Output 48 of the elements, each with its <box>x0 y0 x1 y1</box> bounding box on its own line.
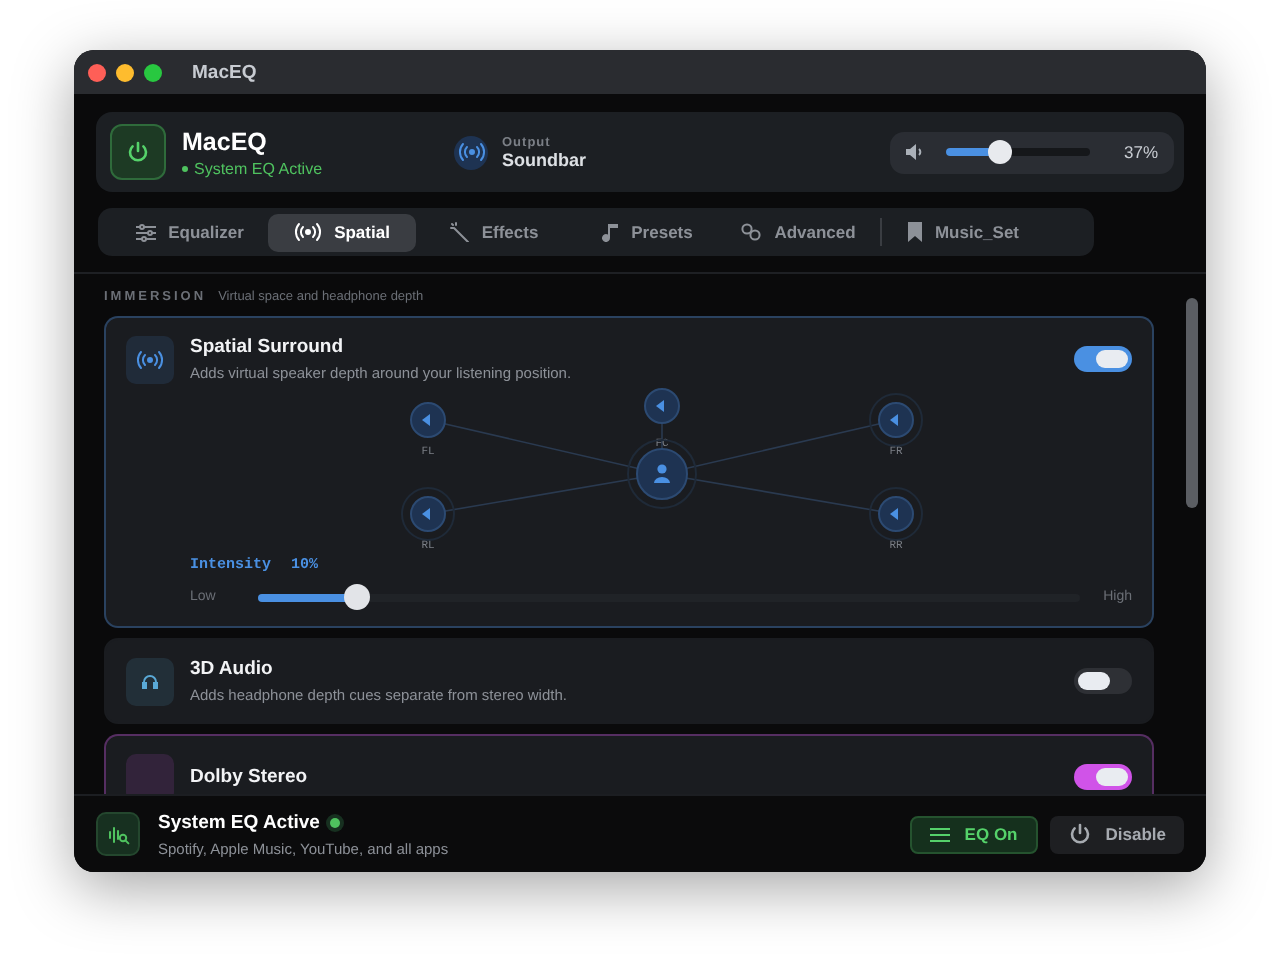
sliders-icon <box>930 825 951 843</box>
slider-thumb[interactable] <box>987 140 1012 164</box>
volume-reading: 37% <box>1123 142 1158 162</box>
slider-thumb[interactable] <box>343 584 370 610</box>
speaker-icon <box>906 144 924 160</box>
sound-waves-icon <box>294 222 323 242</box>
status-text: System EQ Active <box>182 159 454 177</box>
sliders-icon <box>136 223 157 241</box>
footer-title: System EQ Active <box>158 811 320 833</box>
feature-title: 3D Audio <box>190 658 275 680</box>
tab[interactable]: Advanced <box>724 213 872 251</box>
speaker-node[interactable] <box>869 393 923 447</box>
toggle-switch[interactable] <box>1074 346 1132 372</box>
music-note-icon <box>599 222 620 242</box>
feature-icon-tile <box>126 753 174 794</box>
feature-title: Spatial Surround <box>190 336 346 358</box>
toggle-switch[interactable] <box>1074 764 1132 790</box>
zoom-button[interactable] <box>144 63 162 81</box>
listener-node <box>627 439 697 509</box>
speaker-node[interactable] <box>644 388 680 424</box>
power-icon <box>1067 822 1092 846</box>
disable-button[interactable]: Disable <box>1049 815 1184 853</box>
speaker-node[interactable] <box>401 487 455 541</box>
tab[interactable]: Spatial <box>268 213 416 251</box>
eq-toggle-button[interactable]: EQ On <box>910 815 1038 853</box>
sound-waves-icon <box>457 142 485 162</box>
speaker-node[interactable] <box>869 487 923 541</box>
sound-waves-icon <box>136 349 164 369</box>
tab[interactable]: Equalizer <box>116 213 264 251</box>
output-device: Soundbar <box>502 149 586 169</box>
tab[interactable]: Presets <box>572 213 720 251</box>
minimize-button[interactable] <box>116 63 134 81</box>
speaker-node[interactable] <box>410 402 446 438</box>
bookmark-icon <box>908 222 923 242</box>
magic-wand-icon <box>449 222 470 242</box>
close-button[interactable] <box>88 63 106 81</box>
status-dot <box>329 817 340 827</box>
feature-title: Dolby Stereo <box>190 766 310 788</box>
power-button[interactable] <box>110 124 166 180</box>
power-icon <box>126 140 150 164</box>
app-name: MacEQ <box>182 127 269 155</box>
window-title: MacEQ <box>192 61 257 83</box>
toggle-switch[interactable] <box>1074 668 1132 694</box>
waveform-search-icon <box>96 812 140 856</box>
scrollbar[interactable] <box>1186 298 1198 508</box>
tab[interactable]: Effects <box>420 213 568 251</box>
tab[interactable]: Music_Set <box>890 213 1038 251</box>
gears-icon <box>740 222 763 242</box>
